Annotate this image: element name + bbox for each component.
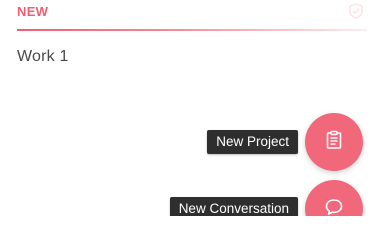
- section-title: NEW: [17, 4, 49, 19]
- chat-bubble-icon: [323, 196, 345, 217]
- clipboard-icon: [323, 129, 345, 156]
- section-header: NEW: [0, 0, 384, 32]
- new-project-fab[interactable]: [305, 113, 363, 171]
- list-item[interactable]: Work 1: [17, 48, 69, 70]
- list-item-label: Work 1: [17, 48, 69, 65]
- screen: NEW Work 1 New Project New Conversation: [0, 0, 384, 216]
- new-conversation-fab[interactable]: [305, 180, 363, 216]
- fab-menu-item-new-conversation[interactable]: New Conversation: [169, 197, 298, 216]
- shield-icon: [348, 3, 364, 19]
- fab-label-new-conversation[interactable]: New Conversation: [169, 197, 298, 216]
- fab-label-new-project[interactable]: New Project: [207, 130, 298, 154]
- section-divider: [17, 29, 367, 31]
- fab-menu-item-new-project[interactable]: New Project: [207, 130, 298, 154]
